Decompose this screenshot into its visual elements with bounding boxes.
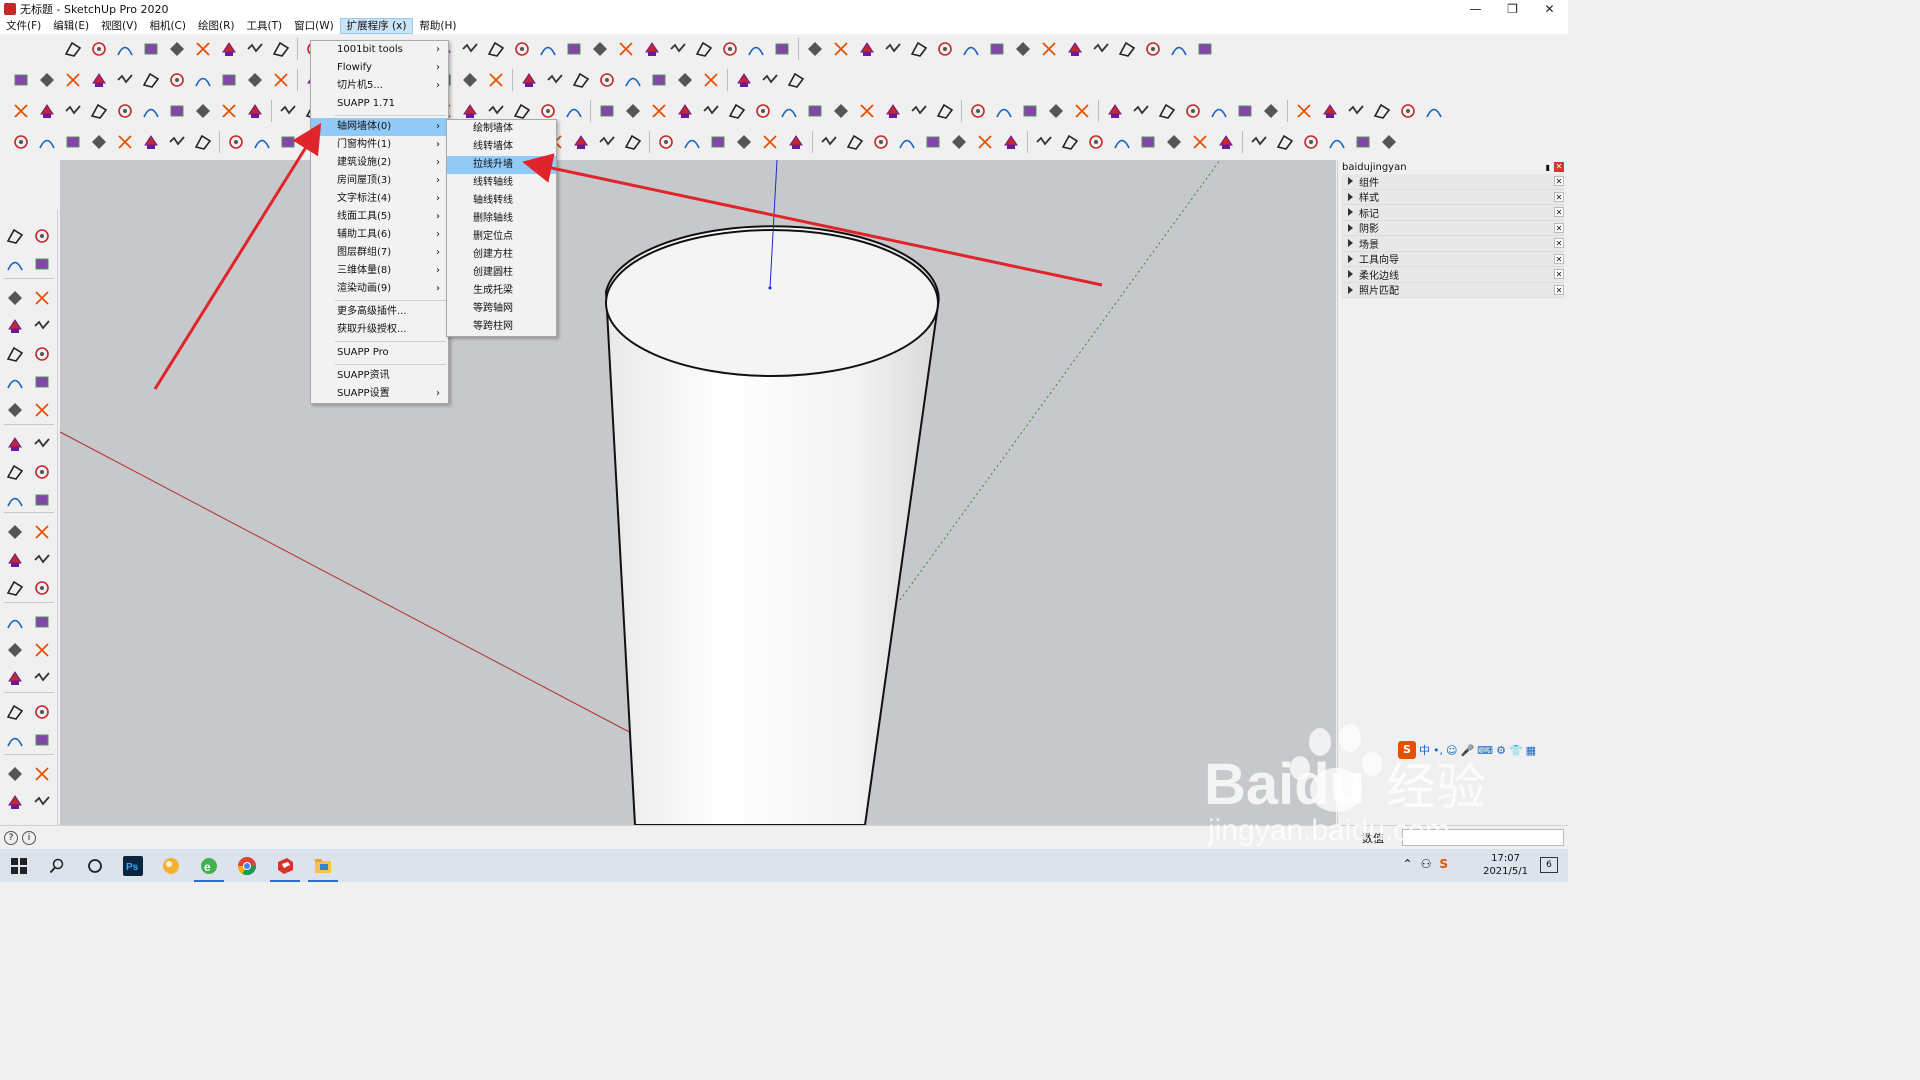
annotation-overlay xyxy=(153,122,1103,390)
taskbar-app-browser[interactable]: e xyxy=(190,849,228,882)
emoji-icon[interactable]: ☺ xyxy=(1446,744,1457,757)
search-button[interactable] xyxy=(38,849,76,882)
cortana-button[interactable] xyxy=(76,849,114,882)
taskbar-clock[interactable]: 17:07 2021/5/1 xyxy=(1483,852,1528,878)
annotation-arrow-submenu xyxy=(522,153,1103,287)
photoshop-icon: Ps xyxy=(123,855,143,876)
system-tray-icons: ⌃ ⚇ S xyxy=(1403,857,1448,871)
notification-center-button[interactable]: 6 xyxy=(1540,857,1558,873)
measurements-input[interactable] xyxy=(1402,829,1564,846)
status-bar: ? i 数值 xyxy=(0,825,1568,849)
grid-icon[interactable]: ▦ xyxy=(1526,744,1536,757)
taskbar-app-explorer[interactable] xyxy=(304,849,342,882)
measurements-label: 数值 xyxy=(1362,832,1384,845)
clock-date: 2021/5/1 xyxy=(1483,866,1528,877)
browser-e-icon: e xyxy=(201,857,217,874)
taskbar-app-photoshop[interactable]: Ps xyxy=(114,849,152,882)
clock-time: 17:07 xyxy=(1491,853,1520,864)
keyboard-icon[interactable]: ⌨ xyxy=(1477,744,1493,757)
network-icon[interactable]: ⚇ xyxy=(1421,857,1432,871)
info-icon[interactable]: i xyxy=(22,830,36,845)
chevron-up-icon[interactable]: ⌃ xyxy=(1403,857,1413,871)
ime-mode[interactable]: 中 xyxy=(1419,742,1430,758)
skin-icon[interactable]: 👕 xyxy=(1509,744,1523,757)
taskbar-app-chrome[interactable] xyxy=(228,849,266,882)
notification-count: 6 xyxy=(1546,860,1552,870)
cortana-icon xyxy=(88,858,102,873)
microphone-icon[interactable]: 🎤 xyxy=(1460,744,1474,757)
punctuation-icon[interactable]: •, xyxy=(1433,744,1443,757)
windows-logo-icon xyxy=(11,857,27,874)
sogou-logo-icon: S xyxy=(1398,741,1416,759)
svg-text:e: e xyxy=(204,860,211,874)
windows-taskbar: Ps e ⌃ ⚇ S 17:07 2021/5/1 6 xyxy=(0,849,1568,882)
app-bubble-icon xyxy=(163,857,179,874)
folder-icon xyxy=(315,858,331,873)
chrome-icon xyxy=(238,856,256,875)
sogou-tray-icon[interactable]: S xyxy=(1439,857,1448,871)
search-icon xyxy=(49,858,64,873)
taskbar-app-sketchup[interactable] xyxy=(266,849,304,882)
taskbar-app-2[interactable] xyxy=(152,849,190,882)
ime-toolbar[interactable]: S 中 •, ☺ 🎤 ⌨ ⚙ 👕 ▦ xyxy=(1398,741,1536,759)
geo-location-icon[interactable]: ? xyxy=(4,830,18,845)
svg-text:Ps: Ps xyxy=(126,862,139,873)
sketchup-icon xyxy=(278,857,293,874)
tools-icon[interactable]: ⚙ xyxy=(1496,744,1506,757)
annotation-arrow-menu xyxy=(153,122,322,390)
start-button[interactable] xyxy=(0,849,38,882)
